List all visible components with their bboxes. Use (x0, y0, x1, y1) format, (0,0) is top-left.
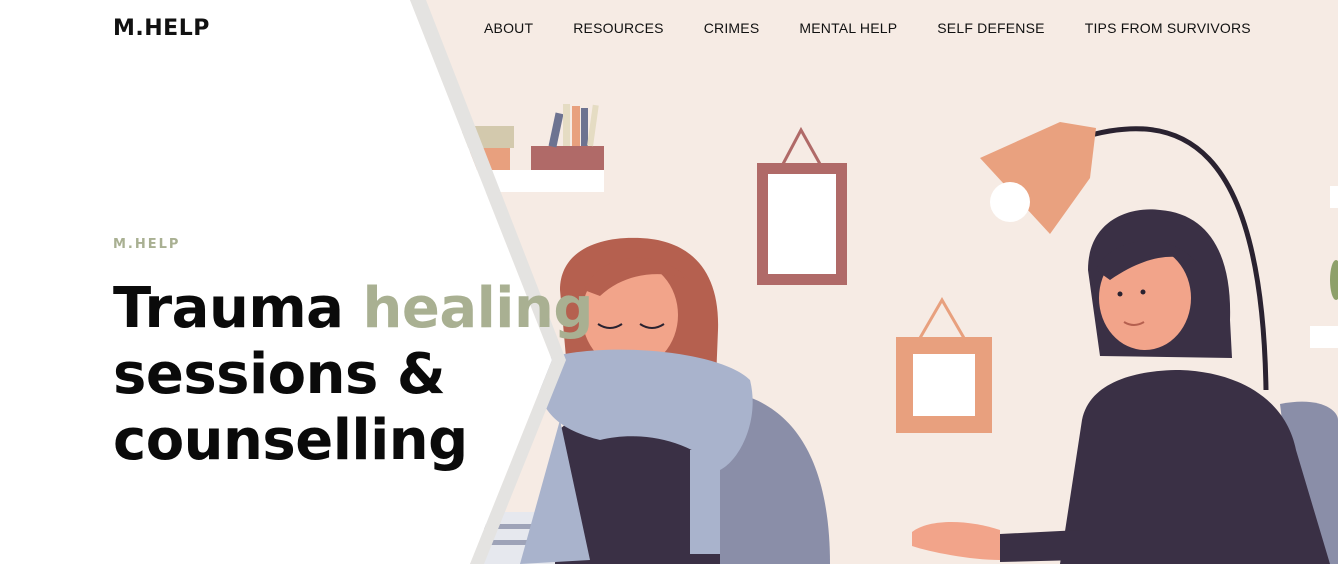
main-nav: ABOUT RESOURCES CRIMES MENTAL HELP SELF … (484, 20, 1251, 36)
nav-item-mental-help[interactable]: MENTAL HELP (799, 20, 897, 36)
headline-line-3: counselling (113, 408, 468, 473)
hero-headline: Trauma healing sessions & counselling (113, 276, 593, 474)
headline-accent-word: healing (362, 276, 593, 341)
nav-item-crimes[interactable]: CRIMES (704, 20, 760, 36)
headline-word-trauma: Trauma (113, 276, 344, 341)
hero-eyebrow: M.HELP (113, 237, 181, 252)
nav-item-tips-from-survivors[interactable]: TIPS FROM SURVIVORS (1085, 20, 1251, 36)
nav-item-about[interactable]: ABOUT (484, 20, 533, 36)
nav-item-resources[interactable]: RESOURCES (573, 20, 663, 36)
nav-item-self-defense[interactable]: SELF DEFENSE (937, 20, 1044, 36)
headline-line-2: sessions & (113, 342, 446, 407)
site-logo[interactable]: M.HELP (113, 16, 210, 41)
